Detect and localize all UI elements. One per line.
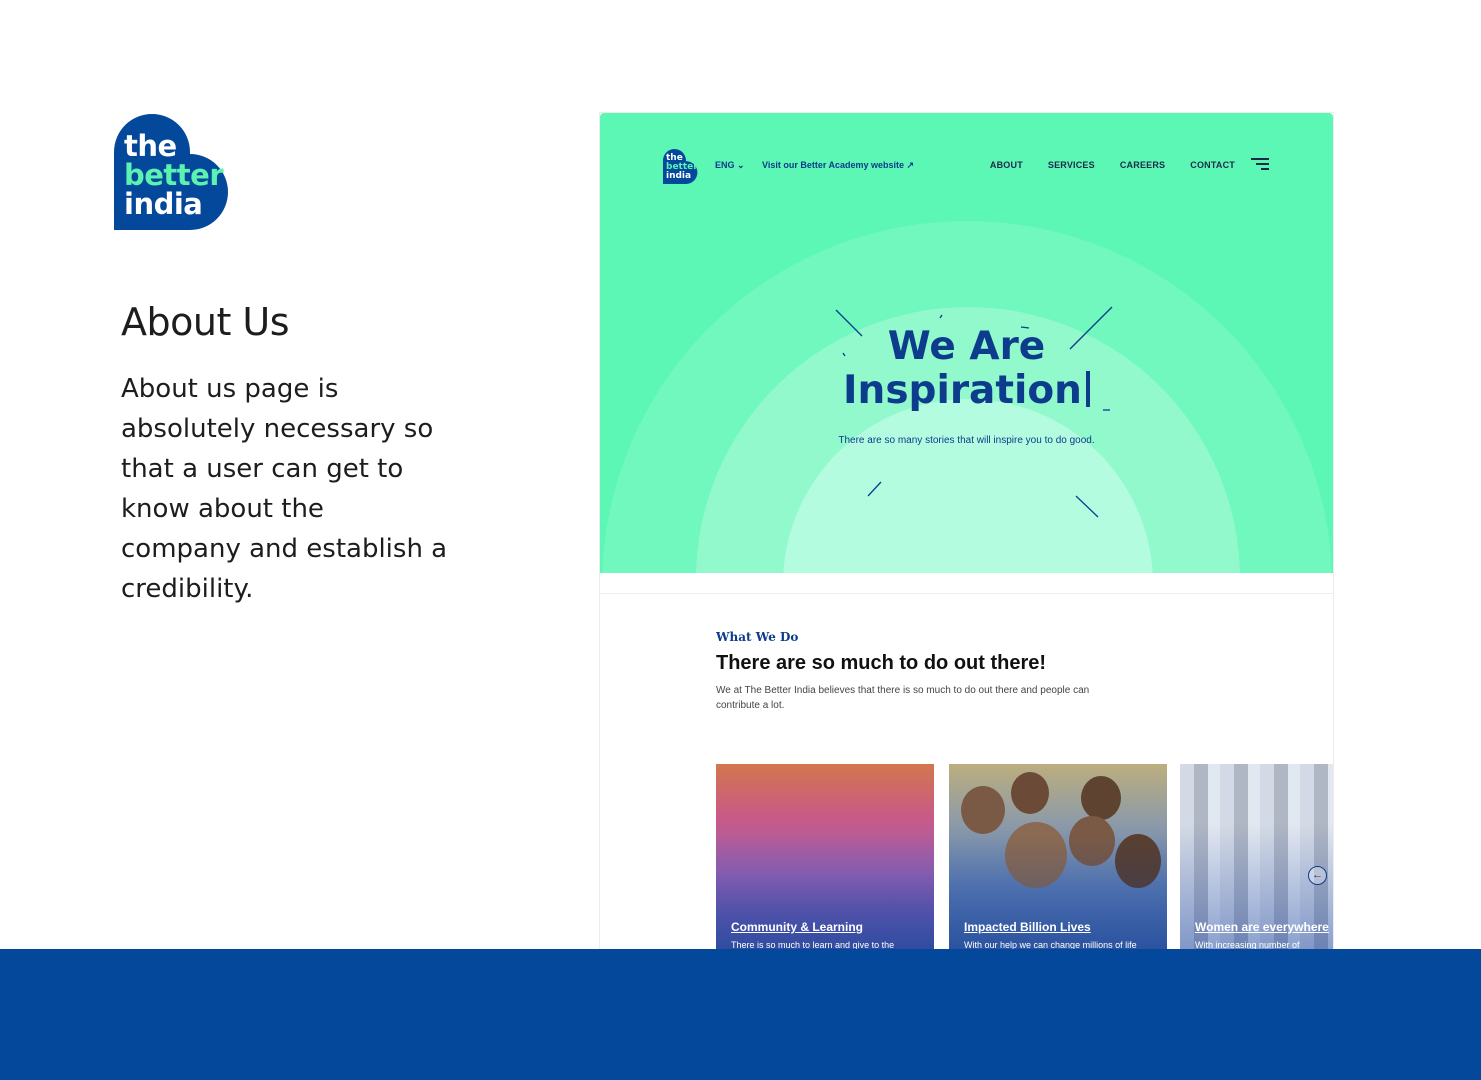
hero-title-line1: We Are xyxy=(887,324,1046,369)
nav-link-about[interactable]: ABOUT xyxy=(990,160,1023,170)
card-women-everywhere[interactable]: Women are everywhere With increasing num… xyxy=(1180,764,1333,949)
footer-band xyxy=(0,949,1481,1080)
card-subtitle: With increasing number of xyxy=(1195,940,1300,949)
hero-title: We Are Inspiration xyxy=(600,325,1333,413)
page-title: About Us xyxy=(121,300,290,344)
nav-logo-line-india: india xyxy=(666,171,692,181)
typing-cursor xyxy=(1085,371,1090,407)
logo-line-the: the xyxy=(124,129,177,163)
card-subtitle: With our help we can change millions of … xyxy=(964,940,1137,949)
card-community-learning[interactable]: Community & Learning There is so much to… xyxy=(716,764,934,949)
logo-line-india: india xyxy=(124,187,203,221)
what-we-do-description: We at The Better India believes that the… xyxy=(716,685,1090,711)
language-selector[interactable]: ENG ⌄ xyxy=(715,160,745,171)
card-impacted-billion-lives[interactable]: Impacted Billion Lives With our help we … xyxy=(949,764,1167,949)
card-title: Impacted Billion Lives xyxy=(964,920,1091,934)
nav-link-contact[interactable]: CONTACT xyxy=(1190,160,1235,170)
language-label: ENG xyxy=(715,160,735,170)
logo-line-better: better xyxy=(124,158,224,192)
brand-logo: the better india xyxy=(114,114,230,230)
hero-title-line2: Inspiration xyxy=(843,368,1082,413)
card-title: Women are everywhere xyxy=(1195,920,1329,934)
what-we-do-title: There are so much to do out there! xyxy=(716,652,1047,674)
nav-link-services[interactable]: SERVICES xyxy=(1048,160,1095,170)
website-mockup: the better india ENG ⌄ Visit our Better … xyxy=(600,113,1333,949)
hero-section: the better india ENG ⌄ Visit our Better … xyxy=(600,113,1333,573)
card-title: Community & Learning xyxy=(731,920,864,934)
card-subtitle: There is so much to learn and give to th… xyxy=(731,940,895,949)
academy-link[interactable]: Visit our Better Academy website ↗ xyxy=(762,160,914,171)
section-divider xyxy=(600,573,1333,594)
page-description: About us page is absolutely necessary so… xyxy=(121,374,448,604)
hamburger-menu-icon[interactable] xyxy=(1251,158,1269,172)
chevron-down-icon: ⌄ xyxy=(737,160,745,170)
hero-subtitle: There are so many stories that will insp… xyxy=(838,435,1095,446)
arrow-left-circle-icon[interactable]: ← xyxy=(1308,866,1327,885)
nav-logo[interactable]: the better india xyxy=(663,149,698,184)
main-nav: ABOUT SERVICES CAREERS CONTACT xyxy=(990,160,1235,170)
nav-link-careers[interactable]: CAREERS xyxy=(1120,160,1165,170)
what-we-do-label: What We Do xyxy=(716,630,799,644)
